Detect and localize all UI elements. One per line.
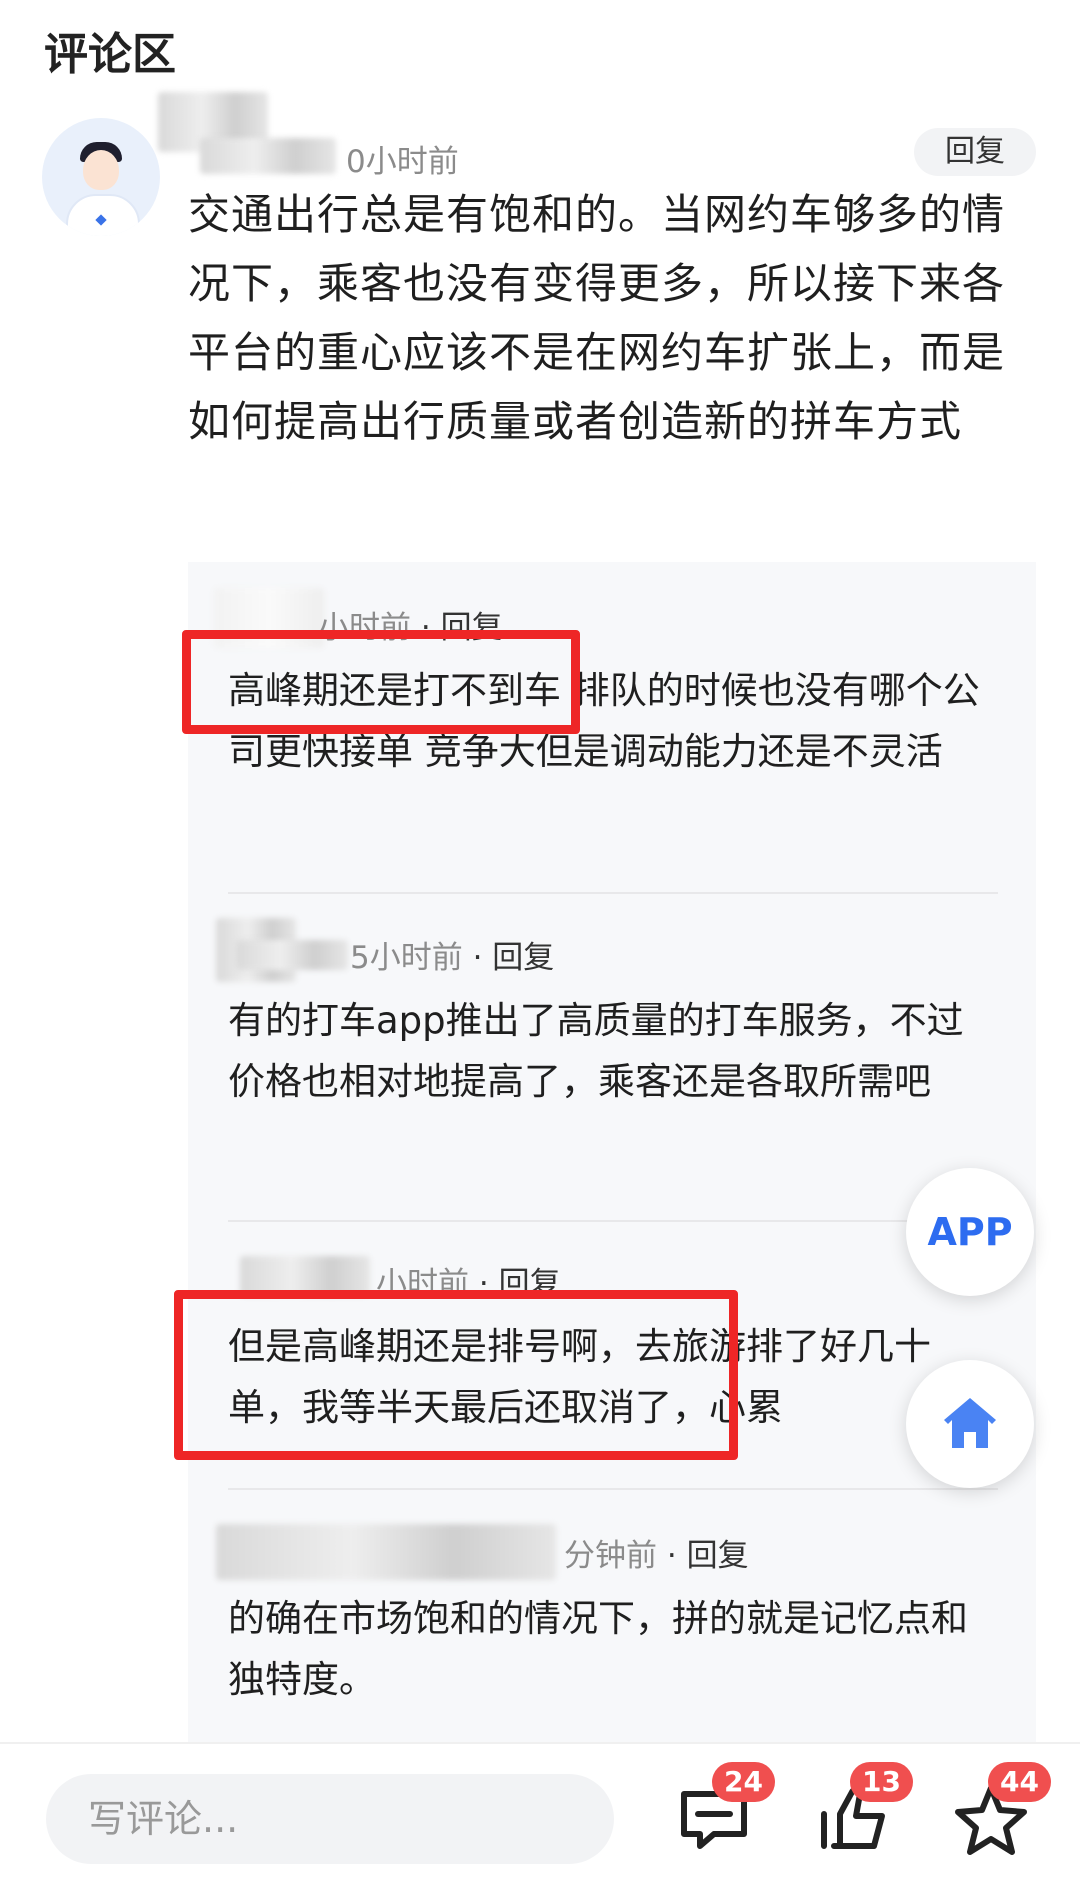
reply-time: 分钟前 [564, 1538, 657, 1574]
section-title: 评论区 [44, 29, 176, 80]
divider [228, 1220, 998, 1222]
favorite-count-badge: 44 [988, 1762, 1051, 1802]
comment-input[interactable]: 写评论... [46, 1774, 614, 1864]
share-count-badge: 13 [850, 1762, 913, 1802]
bottom-bar: 写评论... 24 13 44 [0, 1742, 1080, 1890]
comments-button[interactable]: 24 [672, 1762, 775, 1862]
user-avatar[interactable] [42, 118, 160, 236]
divider [228, 1488, 998, 1490]
divider [228, 892, 998, 894]
reply-time: 5小时前 [350, 940, 463, 976]
favorite-button[interactable]: 44 [948, 1762, 1051, 1862]
reply-text: 有的打车app推出了高质量的打车服务，不过价格也相对地提高了，乘客还是各取所需吧 [228, 999, 964, 1103]
highlight-box [182, 630, 580, 734]
home-icon [944, 1398, 996, 1448]
blurred-username [216, 1524, 556, 1580]
highlight-box [174, 1290, 738, 1460]
open-app-button[interactable]: APP [906, 1168, 1034, 1296]
reply-text: 的确在市场饱和的情况下，拼的就是记忆点和独特度。 [228, 1597, 968, 1701]
comment-text: 交通出行总是有饱和的。当网约车够多的情况下，乘客也没有变得更多，所以接下来各平台… [188, 190, 1006, 446]
home-button[interactable] [906, 1360, 1034, 1488]
reply-link[interactable]: · 回复 [667, 1538, 749, 1574]
share-button[interactable]: 13 [810, 1762, 913, 1862]
comment-count-badge: 24 [712, 1762, 775, 1802]
blurred-username [200, 138, 336, 174]
reply-button[interactable]: 回复 [914, 128, 1036, 176]
comment-time: 0小时前 [346, 144, 459, 180]
blurred-username [236, 940, 348, 970]
reply-link[interactable]: · 回复 [473, 940, 555, 976]
